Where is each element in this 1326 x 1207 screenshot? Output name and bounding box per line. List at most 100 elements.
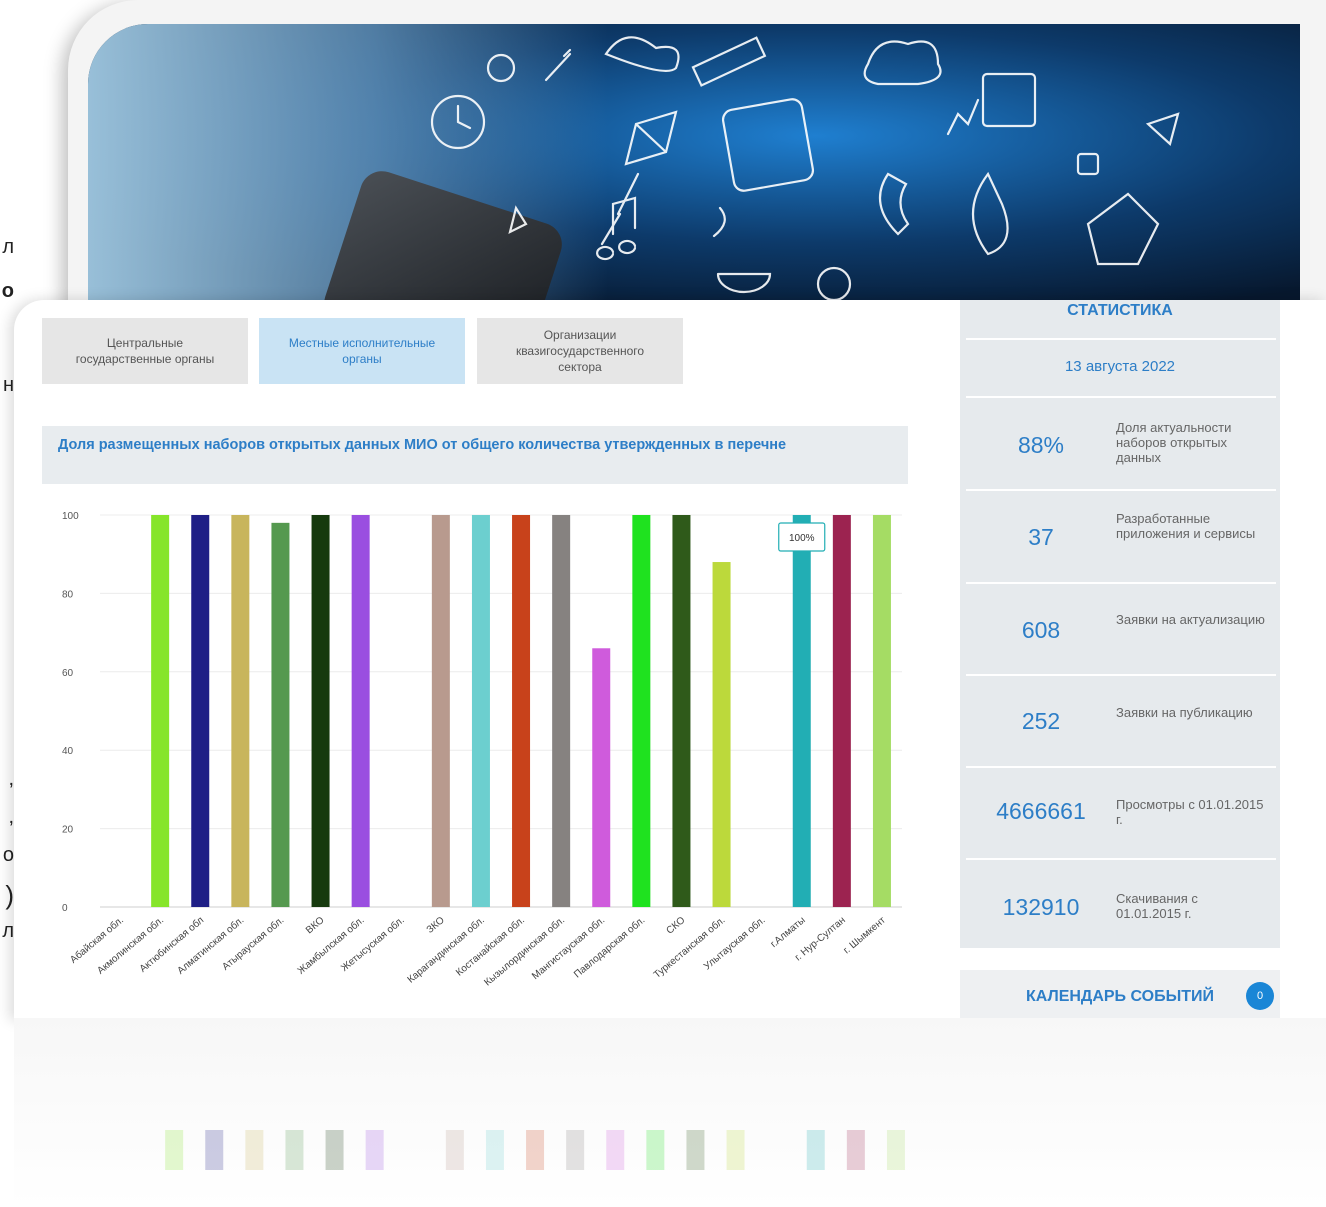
stat-label: Разработанные приложения и сервисы (1116, 511, 1256, 541)
edge-glyph: н (2, 374, 14, 396)
divider (966, 489, 1276, 491)
stat-label: Заявки на актуализацию (1116, 612, 1265, 627)
x-tick-label: ВКО (304, 915, 327, 937)
bar-chart: 020406080100Абайская обл.Акмолинская обл… (62, 511, 902, 988)
reflection-bar (165, 1130, 184, 1170)
stat-label: Заявки на публикацию (1116, 705, 1253, 720)
x-tick-label: Мангистауская обл. (529, 914, 607, 982)
bar (191, 515, 210, 907)
stat-value: 132910 (1002, 894, 1080, 920)
calendar-label[interactable]: КАЛЕНДАРЬ СОБЫТИЙ (960, 988, 1280, 1006)
x-tick-label: Туркестанская обл. (651, 914, 727, 981)
y-tick-label: 40 (62, 746, 74, 757)
bar (792, 515, 811, 907)
x-tick-label: Жамбылская обл. (295, 914, 366, 977)
stat-value: 608 (1021, 617, 1061, 643)
reflection-bar (526, 1130, 545, 1170)
reflection-bar (726, 1130, 745, 1170)
tab-central-government[interactable]: Центральные государственные органы (42, 318, 248, 384)
bar (512, 515, 531, 907)
bar (832, 515, 851, 907)
chart-tooltip-text: 100% (789, 533, 815, 544)
y-tick-label: 80 (62, 589, 74, 600)
stat-label: Просмотры с 01.01.2015 г. (1116, 797, 1264, 827)
x-tick-label: Павлодарская обл. (571, 914, 647, 980)
reflection-bar (686, 1130, 705, 1170)
x-tick-label: Актюбинская обл (137, 914, 206, 975)
bar (271, 522, 290, 907)
reflection-bar (365, 1130, 384, 1170)
reflection-bar (806, 1130, 825, 1170)
reflection-bar (245, 1130, 264, 1170)
bar (471, 515, 490, 907)
chart-growth-icon (946, 98, 980, 136)
divider (966, 766, 1276, 768)
tab-label: Местные исполнительные органы (288, 336, 436, 366)
coffee-cup-icon (712, 206, 772, 294)
camera-icon (816, 266, 852, 302)
bar (351, 515, 370, 907)
reflection (14, 1018, 1326, 1207)
music-note-icon (596, 196, 637, 261)
edge-glyph: л (2, 920, 14, 942)
stat-label: Доля актуальности наборов открытых данны… (1116, 420, 1232, 465)
reflection-bar (646, 1130, 665, 1170)
doodle-icons (430, 36, 1180, 302)
edge-glyph: , (8, 806, 14, 828)
y-tick-label: 60 (62, 668, 74, 679)
divider (966, 582, 1276, 584)
bar (431, 515, 450, 907)
stat-value: 252 (1021, 708, 1061, 734)
reflection-bar (285, 1130, 304, 1170)
paintbrush-icon (600, 172, 640, 246)
statistics-date: 13 августа 2022 (1064, 358, 1176, 375)
event-count-badge[interactable]: 0 (1246, 982, 1274, 1010)
x-tick-label: Карагандинская обл. (405, 914, 487, 985)
y-tick-label: 0 (62, 903, 68, 914)
y-tick-label: 100 (62, 511, 79, 522)
reflection-bar (205, 1130, 224, 1170)
edge-glyph: ) (5, 880, 14, 910)
x-tick-label: Костанайская обл. (453, 914, 527, 978)
envelope-icon (624, 110, 678, 166)
tab-quasi-public[interactable]: Организации квазигосударственного сектор… (477, 318, 683, 384)
briefcase-icon (1086, 192, 1160, 266)
cursor-icon (508, 205, 528, 235)
y-tick-label: 20 (62, 825, 74, 836)
divider (966, 674, 1276, 676)
bar (672, 515, 691, 907)
stat-label: Скачивания с 01.01.2015 г. (1116, 891, 1198, 921)
x-tick-label: г.Алматы (769, 915, 808, 950)
calendar-icon (981, 72, 1037, 128)
bar (632, 515, 651, 907)
divider (966, 858, 1276, 860)
x-tick-label: ЗКО (425, 915, 447, 936)
reflection-bar (445, 1130, 464, 1170)
tab-local-executive[interactable]: Местные исполнительные органы (259, 318, 465, 384)
x-tick-label: СКО (664, 915, 687, 937)
divider (966, 396, 1276, 398)
stat-value: 88% (1017, 432, 1065, 458)
reflection-bar (325, 1130, 344, 1170)
bar (552, 515, 571, 907)
edge-glyph: , (8, 768, 14, 790)
phone-handset-icon (878, 172, 910, 236)
cloud-icon (604, 36, 680, 72)
usb-icon (691, 36, 767, 87)
tab-label: Организации квазигосударственного сектор… (515, 328, 645, 374)
reflection-graphic (165, 1130, 905, 1170)
tab-label: Центральные государственные органы (75, 336, 215, 366)
cloud-rain-icon (863, 40, 942, 86)
hero-banner-image (88, 24, 1300, 304)
stat-value: 4666661 (996, 798, 1086, 824)
edge-glyph: о (2, 844, 14, 866)
edge-glyph: л (2, 236, 14, 258)
bar (872, 515, 891, 907)
key-icon (544, 48, 572, 82)
padlock-icon (1076, 152, 1100, 176)
reflection-bar (846, 1130, 865, 1170)
x-tick-label: Алматинская обл. (175, 914, 246, 977)
stat-value: 37 (1028, 524, 1054, 550)
statistics-title: СТАТИСТИКА (1067, 302, 1173, 319)
smiley-icon (486, 53, 516, 83)
